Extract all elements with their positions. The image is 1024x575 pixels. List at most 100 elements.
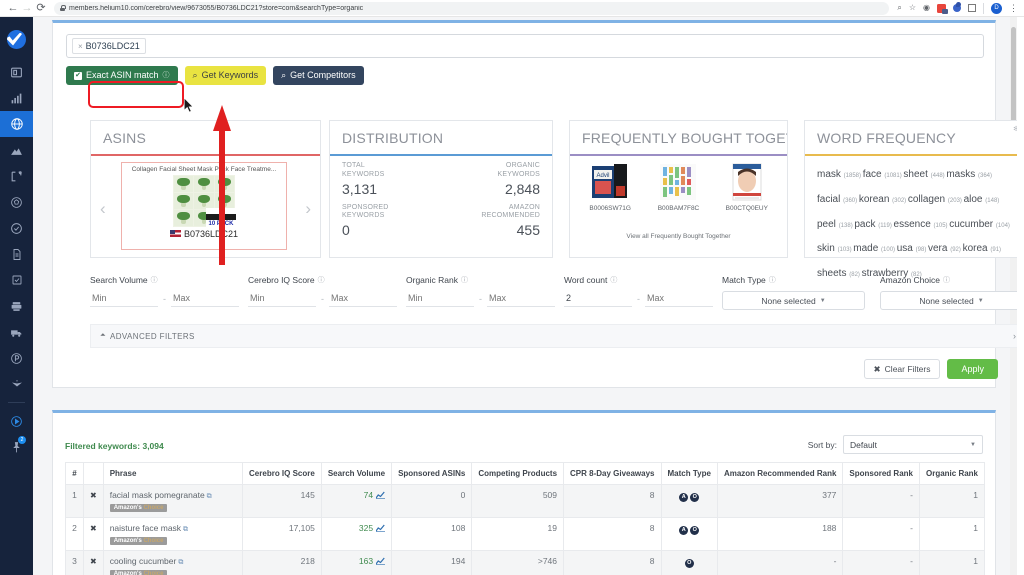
external-link-icon[interactable]: ⧉ [183, 526, 188, 533]
help-icon[interactable]: ⓘ [318, 275, 325, 285]
table-row[interactable]: 3 ✖ cooling cucumber ⧉ Amazon's Choice 218 163… [65, 550, 986, 575]
apply-button[interactable]: Apply [947, 359, 998, 379]
rail-item-frankenstein[interactable] [0, 163, 33, 189]
zoom-icon[interactable]: ⌕ [897, 4, 901, 12]
table-header-cell[interactable] [83, 462, 104, 485]
extension-grid-icon[interactable] [968, 4, 976, 12]
help-icon[interactable]: ⓘ [151, 275, 158, 285]
sort-by-select[interactable]: Default ▼ [843, 435, 983, 454]
rail-item-training[interactable] [0, 408, 33, 434]
word-frequency-term[interactable]: korean [859, 194, 892, 205]
word-frequency-term[interactable]: vera [928, 243, 950, 254]
word-frequency-term[interactable]: essence [894, 219, 934, 230]
word-frequency-term[interactable]: cucumber [949, 219, 996, 230]
rail-item-magnet[interactable] [0, 137, 33, 163]
cerebro-iq-max-input[interactable] [329, 293, 397, 307]
reload-icon[interactable]: ⟳ [34, 1, 48, 15]
organic-rank-max-input[interactable] [487, 293, 555, 307]
chip-remove-icon[interactable]: × [78, 42, 83, 51]
word-frequency-settings-icon[interactable]: ✻ [1013, 125, 1017, 133]
external-link-icon[interactable]: ⧉ [207, 493, 212, 500]
word-count-min-input[interactable] [564, 293, 632, 307]
asin-chip[interactable]: × B0736LDC21 [72, 38, 146, 54]
rail-item-profits[interactable] [0, 345, 33, 371]
remove-row-icon[interactable]: ✖ [90, 557, 97, 566]
word-frequency-term[interactable]: usa [897, 243, 916, 254]
help-icon[interactable]: ⓘ [610, 275, 617, 285]
table-row[interactable]: 1 ✖ facial mask pomegranate ⧉ Amazon's Choic… [65, 484, 986, 518]
rail-item-index-checker[interactable] [0, 215, 33, 241]
help-icon[interactable]: ⓘ [163, 72, 170, 79]
word-frequency-term[interactable]: made [853, 243, 881, 254]
word-count-max-input[interactable] [645, 293, 713, 307]
table-header-cell[interactable]: Competing Products [471, 462, 565, 485]
exact-asin-match-checkbox[interactable]: ✔ Exact ASIN match ⓘ [66, 66, 178, 85]
help-icon[interactable]: ⓘ [943, 275, 950, 285]
external-link-icon[interactable]: ⧉ [178, 559, 183, 566]
cerebro-iq-min-input[interactable] [248, 293, 316, 307]
word-frequency-term[interactable]: pack [854, 219, 878, 230]
table-header-cell[interactable]: Match Type [660, 462, 718, 485]
word-frequency-term[interactable]: korea [963, 243, 991, 254]
rail-item-adtomic[interactable] [0, 371, 33, 397]
asins-next-arrow[interactable]: › [305, 199, 311, 219]
rail-item-black-box[interactable] [0, 59, 33, 85]
asin-search-input[interactable]: × B0736LDC21 [66, 34, 984, 58]
address-bar[interactable]: members.helium10.com/cerebro/view/967305… [54, 1, 890, 15]
rail-item-trendster[interactable] [0, 85, 33, 111]
trend-chart-icon[interactable] [375, 524, 386, 534]
table-header-cell[interactable]: CPR 8-Day Giveaways [563, 462, 662, 485]
profile-avatar[interactable]: D [991, 2, 1002, 14]
fbt-item[interactable]: B00CTQ0EUY [718, 162, 776, 212]
rail-item-listing-builder[interactable] [0, 241, 33, 267]
asins-prev-arrow[interactable]: ‹ [100, 199, 106, 219]
word-frequency-term[interactable]: peel [817, 219, 839, 230]
extension-blue-icon[interactable] [953, 2, 961, 12]
search-volume-min-input[interactable] [90, 293, 158, 307]
rail-item-pinned[interactable]: 2 [0, 434, 33, 460]
trend-chart-icon[interactable] [375, 491, 386, 501]
rail-item-cerebro[interactable] [0, 111, 33, 137]
extension-puzzle-icon[interactable]: ◉ [923, 4, 930, 12]
helium10-logo[interactable] [0, 23, 33, 55]
rail-item-alerts[interactable] [0, 267, 33, 293]
fbt-item[interactable]: Advil B0006SW71G [581, 162, 639, 212]
fbt-item[interactable]: B00BAM7F8C [649, 162, 707, 212]
asin-slide[interactable]: Collagen Facial Sheet Mask Pack Face Tre… [121, 162, 287, 250]
table-header-cell[interactable]: Sponsored ASINs [391, 462, 473, 485]
table-row[interactable]: 2 ✖ naisture face mask ⧉ Amazon's Choice 17,1… [65, 517, 986, 551]
table-header-cell[interactable]: Amazon Recommended Rank [716, 462, 844, 485]
rail-item-refund-genie[interactable] [0, 319, 33, 345]
advanced-filters-toggle[interactable]: ⏶ ADVANCED FILTERS › [90, 324, 1017, 348]
table-header-cell[interactable]: Search Volume [320, 462, 393, 485]
remove-row-icon[interactable]: ✖ [90, 491, 97, 500]
kebab-menu-icon[interactable]: ⋮ [1009, 3, 1018, 13]
table-header-cell[interactable]: Organic Rank [918, 462, 986, 485]
rail-item-inventory[interactable] [0, 293, 33, 319]
table-header-cell[interactable]: Phrase [102, 462, 244, 485]
search-volume-max-input[interactable] [171, 293, 239, 307]
star-icon[interactable]: ☆ [909, 4, 916, 12]
word-frequency-term[interactable]: aloe [964, 194, 986, 205]
table-header-cell[interactable]: # [65, 462, 84, 485]
word-frequency-term[interactable]: mask [817, 169, 844, 180]
word-frequency-term[interactable]: masks [946, 169, 978, 180]
remove-row-icon[interactable]: ✖ [90, 524, 97, 533]
organic-rank-min-input[interactable] [406, 293, 474, 307]
clear-filters-button[interactable]: ✖ Clear Filters [863, 359, 941, 379]
fbt-view-all-link[interactable]: View all Frequently Bought Together [570, 233, 787, 240]
word-frequency-term[interactable]: facial [817, 194, 843, 205]
table-header-cell[interactable]: Sponsored Rank [842, 462, 920, 485]
help-icon[interactable]: ⓘ [769, 275, 776, 285]
get-keywords-button[interactable]: ⌕ Get Keywords [184, 66, 267, 85]
word-frequency-term[interactable]: collagen [908, 194, 948, 205]
back-arrow-icon[interactable]: ← [6, 1, 20, 15]
amazon-choice-select[interactable]: None selected ▼ [880, 291, 1017, 310]
help-icon[interactable]: ⓘ [461, 275, 468, 285]
word-frequency-term[interactable]: sheet [903, 169, 930, 180]
rail-item-scribbles[interactable] [0, 189, 33, 215]
forward-arrow-icon[interactable]: → [20, 1, 34, 15]
word-frequency-term[interactable]: face [863, 169, 885, 180]
trend-chart-icon[interactable] [375, 557, 386, 567]
word-frequency-term[interactable]: skin [817, 243, 838, 254]
